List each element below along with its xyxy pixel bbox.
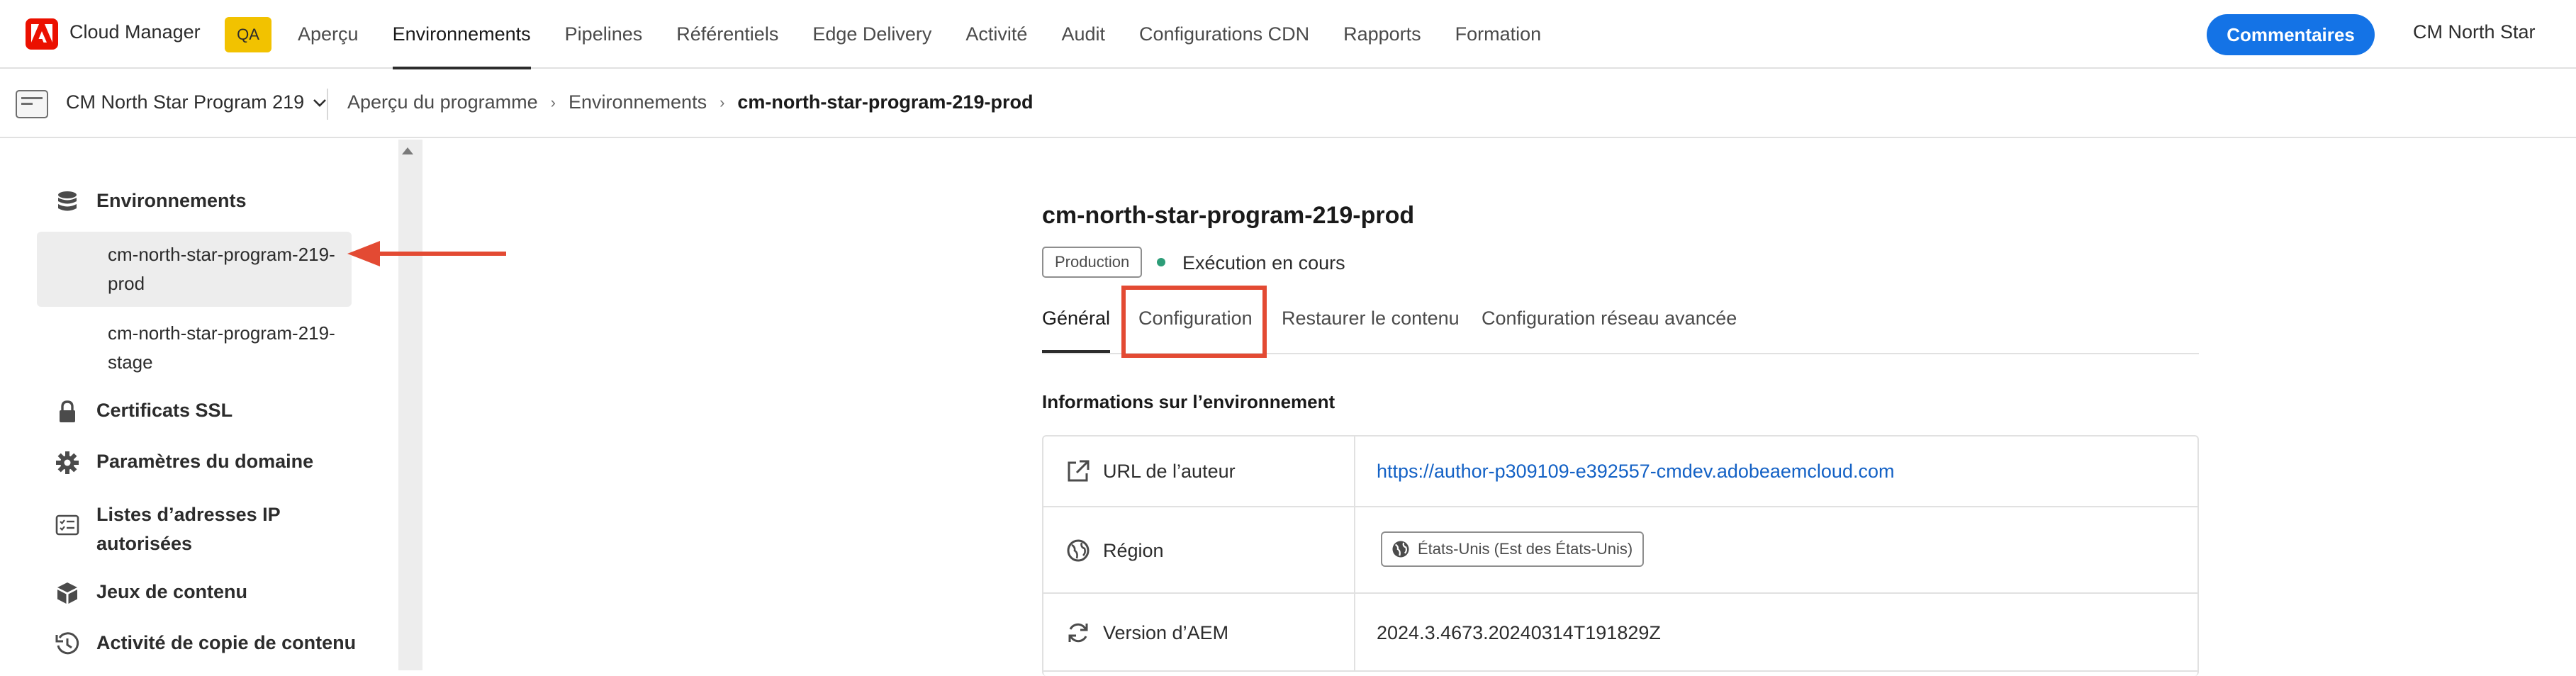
- refresh-icon: [1068, 623, 1088, 643]
- nav-item-audit[interactable]: Audit: [1061, 0, 1105, 69]
- globe-icon: [1067, 539, 1090, 562]
- sidebar-item-label: Environnements: [96, 190, 247, 211]
- environment-type-tag: Production: [1042, 247, 1143, 278]
- sidebar-env-label-line1: cm-north-star-program-219-: [108, 322, 335, 344]
- nav-item-reports[interactable]: Rapports: [1343, 0, 1421, 69]
- program-selector[interactable]: CM North Star Program 219: [66, 91, 327, 113]
- nav-item-overview[interactable]: Aperçu: [298, 0, 359, 69]
- aem-version-label: Version d’AEM: [1103, 622, 1229, 643]
- sidebar-item-label: Listes d’adresses IP: [96, 504, 281, 525]
- sidebar-item-label: Jeux de contenu: [96, 581, 248, 602]
- breadcrumb-current: cm-north-star-program-219-prod: [737, 91, 1034, 113]
- checklist-icon: [55, 514, 79, 536]
- user-menu[interactable]: CM North Star: [2413, 21, 2536, 43]
- sidebar-env-label-line1: cm-north-star-program-219-: [108, 244, 335, 265]
- sidebar-env-label-line2: stage: [108, 351, 153, 373]
- nav-item-repositories[interactable]: Référentiels: [676, 0, 778, 69]
- chevron-right-icon: ›: [550, 93, 556, 111]
- nav-item-edge-delivery[interactable]: Edge Delivery: [812, 0, 931, 69]
- chevron-right-icon: ›: [719, 93, 725, 111]
- author-url-link[interactable]: https://author-p309109-e392557-cmdev.ado…: [1377, 461, 1894, 483]
- annotation-highlight-box: [1121, 286, 1267, 358]
- nav-item-activity[interactable]: Activité: [965, 0, 1027, 69]
- aem-version-value: 2024.3.4673.20240314T191829Z: [1377, 622, 1661, 643]
- nav-item-cdn-configurations[interactable]: Configurations CDN: [1139, 0, 1309, 69]
- breadcrumb-bar: CM North Star Program 219 Aperçu du prog…: [0, 70, 2576, 138]
- external-link-icon: [1068, 460, 1090, 482]
- scroll-up-arrow-icon[interactable]: [402, 147, 413, 154]
- sidebar-item-label: Activité de copie de contenu: [96, 632, 357, 653]
- chevron-down-icon: [313, 98, 327, 107]
- sidebar-item-ip-allow-lists[interactable]: Listes d’adresses IP autorisées: [55, 500, 281, 558]
- nav-item-pipelines[interactable]: Pipelines: [565, 0, 643, 69]
- package-icon: [57, 582, 77, 604]
- nav-item-training[interactable]: Formation: [1455, 0, 1542, 69]
- tab-advanced-networking[interactable]: Configuration réseau avancée: [1482, 308, 1737, 329]
- breadcrumb: Aperçu du programme › Environnements › c…: [347, 91, 1033, 113]
- sidebar-env-stage[interactable]: cm-north-star-program-219- stage: [37, 310, 352, 385]
- sidebar-item-label: Certificats SSL: [96, 400, 233, 421]
- region-value: États-Unis (Est des États-Unis): [1418, 540, 1633, 558]
- status-text: Exécution en cours: [1182, 252, 1345, 274]
- sidebar-item-environments[interactable]: Environnements: [55, 190, 247, 214]
- sidebar-env-label-line2: prod: [108, 273, 145, 294]
- status-indicator: [1157, 258, 1165, 266]
- sidebar-item-content-sets[interactable]: Jeux de contenu: [55, 581, 247, 605]
- qa-environment-badge: QA: [225, 17, 271, 52]
- feedback-button[interactable]: Commentaires: [2207, 14, 2375, 55]
- environment-title: cm-north-star-program-219-prod: [1042, 202, 1415, 229]
- sidebar-item-label: autorisées: [96, 533, 193, 554]
- sidebar-item-ssl-certificates[interactable]: Certificats SSL: [55, 400, 233, 424]
- adobe-logo-icon[interactable]: [26, 18, 58, 50]
- globe-icon: [1392, 541, 1409, 558]
- divider: [327, 89, 328, 120]
- sidebar-item-domain-settings[interactable]: Paramètres du domaine: [55, 451, 313, 475]
- app-title[interactable]: Cloud Manager: [69, 21, 201, 43]
- tab-general[interactable]: Général: [1042, 308, 1111, 353]
- nav-item-environments[interactable]: Environnements: [392, 0, 531, 69]
- table-row: URL de l’auteur https://author-p309109-e…: [1043, 436, 2197, 507]
- history-icon: [55, 632, 79, 655]
- sidebar-item-label: Paramètres du domaine: [96, 451, 314, 472]
- region-tag: États-Unis (Est des États-Unis): [1381, 531, 1645, 567]
- top-navigation: Cloud Manager QA Aperçu Environnements P…: [0, 0, 2576, 69]
- breadcrumb-environments[interactable]: Environnements: [569, 91, 707, 113]
- main-nav: Aperçu Environnements Pipelines Référent…: [298, 0, 1575, 69]
- gear-icon: [56, 451, 79, 474]
- region-label: Région: [1103, 540, 1164, 561]
- sidebar-env-prod[interactable]: cm-north-star-program-219- prod: [37, 232, 352, 307]
- program-icon[interactable]: [16, 90, 48, 118]
- lock-icon: [60, 400, 75, 422]
- sidebar-scrollbar[interactable]: [398, 140, 422, 670]
- section-title: Informations sur l’environnement: [1042, 391, 1335, 412]
- database-icon: [58, 191, 77, 211]
- tab-restore-content[interactable]: Restaurer le contenu: [1282, 308, 1460, 329]
- table-row: Version d’AEM 2024.3.4673.20240314T19182…: [1043, 594, 2197, 672]
- sidebar-item-content-copy-activity[interactable]: Activité de copie de contenu: [55, 632, 356, 656]
- author-url-label: URL de l’auteur: [1103, 461, 1236, 482]
- program-name: CM North Star Program 219: [66, 91, 305, 113]
- breadcrumb-program-overview[interactable]: Aperçu du programme: [347, 91, 538, 113]
